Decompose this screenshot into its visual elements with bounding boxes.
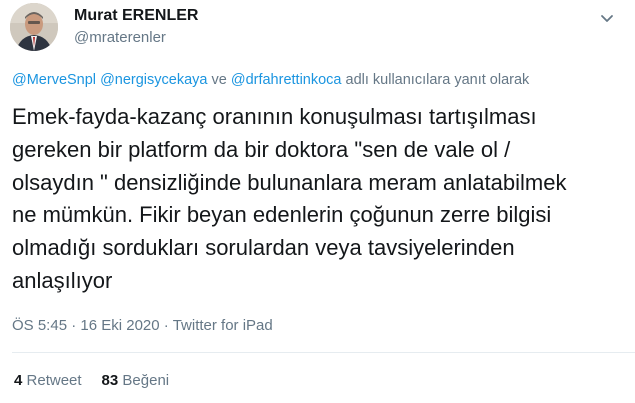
mention-link[interactable]: @MerveSnpl — [12, 72, 96, 88]
retweets-count: 4 — [14, 372, 23, 389]
retweets-label: Retweet — [26, 372, 82, 389]
mention-link[interactable]: @drfahrettinkoca — [231, 72, 342, 88]
mention-link[interactable]: @nergisycekaya — [100, 72, 207, 88]
tweet-text-line: olsaydın " densizliğinde bulunanlara mer… — [12, 169, 567, 195]
likes-label: Beğeni — [122, 372, 170, 389]
reply-separator: ve — [207, 72, 231, 88]
likes-count: 83 — [101, 372, 119, 389]
reply-suffix: adlı kullanıcılara yanıt olarak — [341, 72, 530, 88]
tweet-text-line: ne mümkün. Fikir beyan edenlerin çoğunun… — [12, 202, 552, 228]
meta-separator: · — [67, 317, 81, 334]
reply-context: @MerveSnpl @nergisycekaya ve @drfahretti… — [12, 70, 529, 90]
tweet-text: Emek-fayda-kazanç oranının konuşulması t… — [12, 101, 627, 298]
author-handle[interactable]: @mraterenler — [74, 28, 166, 48]
avatar[interactable] — [10, 3, 58, 51]
tweet-text-line: gereken bir platform da bir doktora "sen… — [12, 136, 511, 162]
tweet-text-line: anlaşılıyor — [12, 267, 113, 293]
author-name[interactable]: Murat ERENLER — [74, 6, 198, 26]
likes-stat[interactable]: 83 Beğeni — [102, 372, 170, 389]
tweet-source[interactable]: Twitter for iPad — [173, 317, 273, 334]
meta-separator: · — [159, 317, 173, 334]
avatar-image — [10, 3, 58, 51]
chevron-down-icon[interactable] — [597, 8, 617, 28]
divider — [12, 352, 635, 353]
tweet-time[interactable]: ÖS 5:45 — [12, 317, 67, 334]
tweet-text-line: Emek-fayda-kazanç oranının konuşulması t… — [12, 104, 537, 129]
tweet-date[interactable]: 16 Eki 2020 — [80, 317, 159, 334]
retweets-stat[interactable]: 4 Retweet — [14, 372, 82, 389]
tweet-meta: ÖS 5:45 · 16 Eki 2020 · Twitter for iPad — [12, 316, 273, 336]
tweet-card: Murat ERENLER @mraterenler @MerveSnpl @n… — [0, 0, 635, 403]
tweet-stats: 4 Retweet 83 Beğeni — [14, 371, 169, 391]
tweet-text-line: olmadığı sordukları sorulardan veya tavs… — [12, 235, 515, 261]
